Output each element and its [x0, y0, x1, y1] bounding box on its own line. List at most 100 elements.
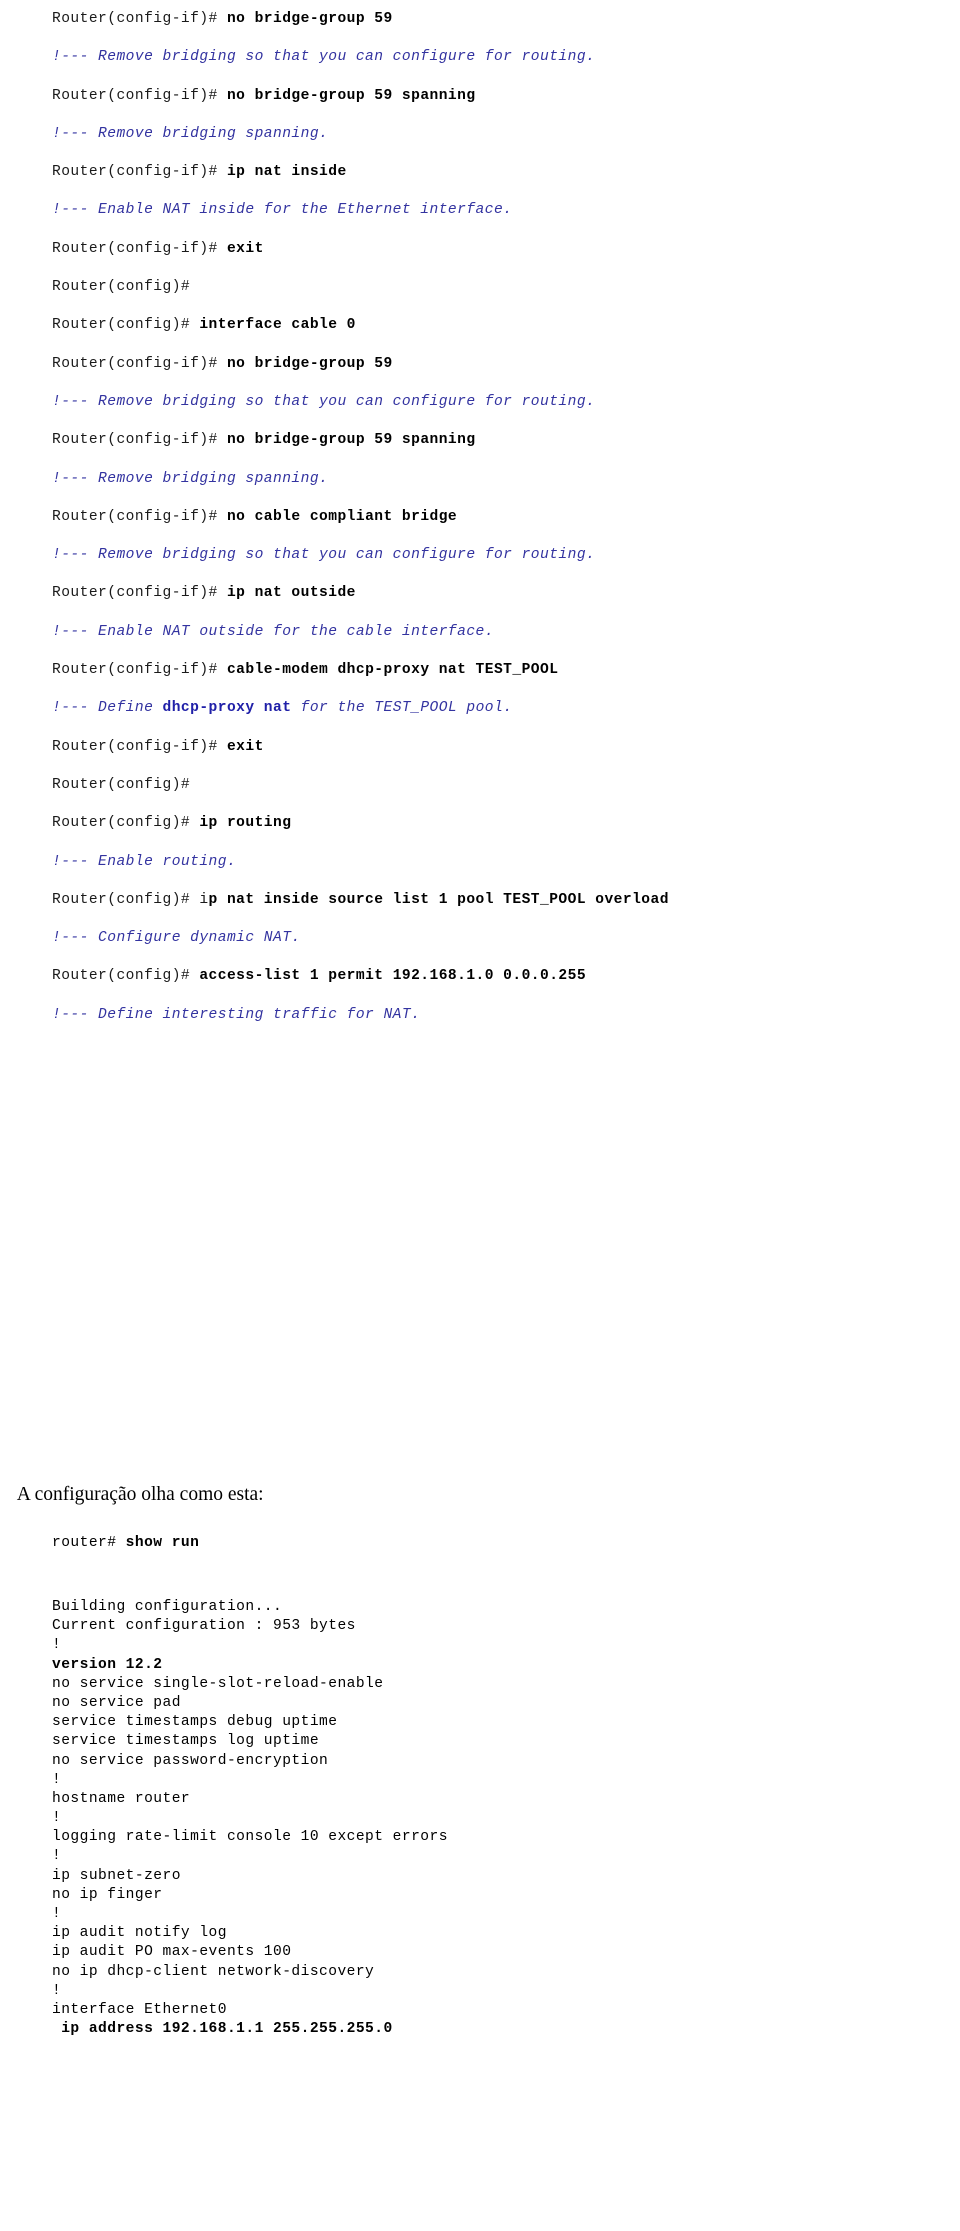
config-line: no service pad — [52, 1694, 181, 1711]
cli-command: p nat inside source list 1 pool TEST_POO… — [208, 891, 669, 908]
cli-prompt: Router(config-if)# — [52, 432, 227, 449]
cli-comment-line: !--- Define dhcp-proxy nat for the TEST_… — [0, 689, 960, 727]
cli-comment-text: !--- Remove bridging so that you can con… — [52, 49, 596, 66]
cli-comment-text: !--- Remove bridging so that you can con… — [52, 547, 596, 564]
cli-command: interface cable 0 — [199, 317, 356, 334]
config-line: version 12.2 — [52, 1656, 163, 1673]
cli-prompt: Router(config-if)# — [52, 240, 227, 257]
config-line: interface Ethernet0 — [52, 2001, 227, 2018]
cli-comment-text: !--- Configure dynamic NAT. — [52, 930, 301, 947]
cli-command: exit — [226, 240, 264, 257]
cli-prompt-line: Router(config-if)# no bridge-group 59 — [0, 345, 960, 383]
config-line: no ip finger — [52, 1886, 163, 1903]
cli-command: no bridge-group 59 spanning — [226, 87, 476, 104]
cli-comment-text: !--- Remove bridging spanning. — [52, 470, 329, 487]
cli-prompt-line: Router(config-if)# exit — [0, 728, 960, 766]
cli-comment-line: !--- Enable routing. — [0, 843, 960, 881]
cli-prompt: Router(config-if)# — [52, 164, 227, 181]
cli-comment-text: !--- Remove bridging so that you can con… — [52, 393, 596, 410]
cli-prompt-line: Router(config)# — [0, 268, 960, 306]
cli-prompt: Router(config)# — [52, 815, 200, 832]
config-line: ip audit notify log — [52, 1925, 227, 1942]
cli-prompt-line: Router(config-if)# exit — [0, 230, 960, 268]
cli-prompt: Router(config-if)# — [52, 355, 227, 372]
config-line: ip address 192.168.1.1 255.255.255.0 — [52, 2021, 393, 2038]
cli-prompt: Router(config-if)# — [52, 738, 227, 755]
config-line: no ip dhcp-client network-discovery — [52, 1963, 375, 1980]
cli-prompt: Router(config)# — [52, 317, 200, 334]
config-line: ! — [52, 1771, 62, 1788]
cli-command: exit — [226, 738, 264, 755]
cli-comment-line: !--- Enable NAT inside for the Ethernet … — [0, 191, 960, 229]
config-line: ip audit PO max-events 100 — [52, 1944, 292, 1961]
cli-comment-line: !--- Remove bridging spanning. — [0, 460, 960, 498]
config-line: Current configuration : 953 bytes — [52, 1618, 356, 1635]
cli-prompt-line: Router(config)# ip nat inside source lis… — [0, 881, 960, 919]
cli-command: ip nat outside — [226, 585, 356, 602]
cli-prompt: Router(config-if)# — [52, 87, 227, 104]
config-line: logging rate-limit console 10 except err… — [52, 1829, 448, 1846]
cli-prompt-line: Router(config)# ip routing — [0, 804, 960, 842]
cli-comment-highlight: dhcp-proxy nat — [162, 700, 292, 717]
cli-comment-line: !--- Enable NAT outside for the cable in… — [0, 613, 960, 651]
config-line: no service single-slot-reload-enable — [52, 1675, 384, 1692]
cli-prompt: Router(config)# i — [52, 891, 209, 908]
cli-prompt-line: Router(config-if)# no bridge-group 59 sp… — [0, 421, 960, 459]
cli-prompt: Router(config-if)# — [52, 585, 227, 602]
cli-command: ip routing — [199, 815, 292, 832]
config-line: service timestamps debug uptime — [52, 1714, 338, 1731]
cli-command: access-list 1 permit 192.168.1.0 0.0.0.2… — [199, 968, 587, 985]
cli-command: no cable compliant bridge — [226, 508, 458, 525]
cli-prompt-line: Router(config-if)# no cable compliant br… — [0, 498, 960, 536]
config-line: ! — [52, 1810, 62, 1827]
cli-comment-line: !--- Remove bridging so that you can con… — [0, 383, 960, 421]
cli-comment-text: !--- Remove bridging spanning. — [52, 125, 329, 142]
cli-prompt: Router(config)# — [52, 279, 191, 296]
cli-comment-line: !--- Remove bridging so that you can con… — [0, 38, 960, 76]
config-line: ! — [52, 1637, 62, 1654]
cli-prompt: Router(config-if)# — [52, 662, 227, 679]
cli-command: cable-modem dhcp-proxy nat TEST_POOL — [226, 662, 559, 679]
cli-prompt: Router(config-if)# — [52, 11, 227, 27]
cli-prompt-line: Router(config-if)# ip nat outside — [0, 574, 960, 612]
cli-prompt-line: Router(config-if)# no bridge-group 59 — [0, 0, 960, 38]
config-line: service timestamps log uptime — [52, 1733, 320, 1750]
cli-prompt-line: Router(config)# access-list 1 permit 192… — [0, 957, 960, 995]
cli-comment-text: !--- Enable routing. — [52, 853, 237, 870]
cli-prompt: Router(config)# — [52, 776, 191, 793]
cli-command: no bridge-group 59 — [226, 355, 393, 372]
config-line: no service password-encryption — [52, 1752, 329, 1769]
show-run-command: show run — [125, 1535, 200, 1551]
config-line: Building configuration... — [52, 1599, 283, 1615]
cli-transcript: Router(config-if)# no bridge-group 59 !--… — [0, 0, 960, 1034]
cli-comment-text: !--- Enable NAT outside for the cable in… — [52, 623, 494, 640]
cli-command: no bridge-group 59 — [226, 11, 393, 27]
cli-comment-text: !--- Define interesting traffic for NAT. — [52, 1006, 421, 1023]
cli-comment-line: !--- Remove bridging spanning. — [0, 115, 960, 153]
narrative-heading: A configuração olha como esta: — [8, 1459, 264, 1507]
cli-prompt-line: Router(config-if)# cable-modem dhcp-prox… — [0, 651, 960, 689]
narrative-heading-text: A configuração olha como esta: — [16, 1484, 264, 1505]
cli-comment-line: !--- Define interesting traffic for NAT. — [0, 996, 960, 1034]
cli-command: no bridge-group 59 spanning — [226, 432, 476, 449]
cli-prompt-line: Router(config)# — [0, 766, 960, 804]
cli-comment-line: !--- Configure dynamic NAT. — [0, 919, 960, 957]
config-line: ! — [52, 1848, 62, 1865]
config-line: ip subnet-zero — [52, 1867, 181, 1884]
config-line: ! — [52, 1906, 62, 1922]
cli-prompt-line: Router(config-if)# ip nat inside — [0, 153, 960, 191]
cli-command: ip nat inside — [226, 164, 347, 181]
config-line: ! — [52, 1982, 62, 1999]
show-run-prompt: router# — [52, 1535, 126, 1551]
cli-prompt-line: Router(config)# interface cable 0 — [0, 306, 960, 344]
cli-comment-text: !--- Define — [52, 700, 163, 717]
cli-comment-line: !--- Remove bridging so that you can con… — [0, 536, 960, 574]
cli-prompt-line: Router(config-if)# no bridge-group 59 sp… — [0, 77, 960, 115]
show-run-prompt-line: router# show run — [52, 1533, 199, 1553]
cli-comment-text: !--- Enable NAT inside for the Ethernet … — [52, 202, 513, 219]
cli-prompt: Router(config)# — [52, 968, 200, 985]
config-line: hostname router — [52, 1790, 191, 1807]
cli-comment-text: for the TEST_POOL pool. — [291, 700, 513, 717]
running-config-dump: Building configuration... Current configu… — [52, 1598, 952, 2039]
cli-prompt: Router(config-if)# — [52, 508, 227, 525]
